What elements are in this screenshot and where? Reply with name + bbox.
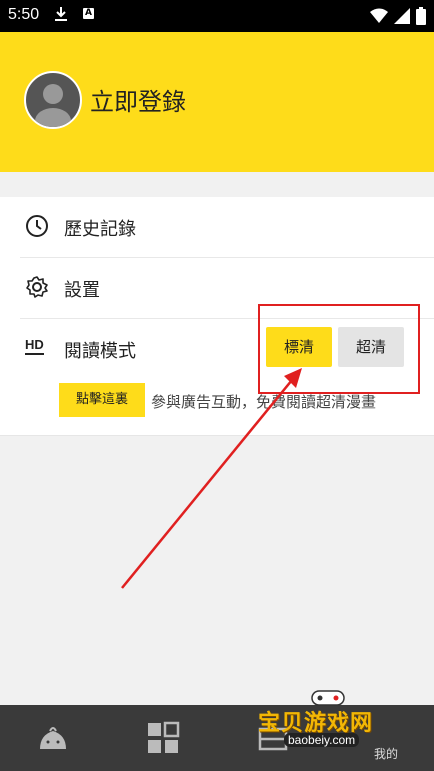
gamepad-icon — [311, 690, 345, 706]
a-badge-icon: A — [83, 8, 94, 19]
download-icon — [55, 7, 67, 21]
clock-icon — [26, 215, 48, 237]
grid-icon[interactable] — [146, 721, 180, 755]
status-time: 5:50 — [8, 6, 40, 23]
avatar-icon[interactable] — [24, 71, 82, 129]
status-bar: 5:50 A — [0, 0, 434, 32]
bun-icon[interactable] — [36, 721, 70, 755]
login-link[interactable]: 立即登錄 — [90, 82, 186, 117]
settings-label: 設置 — [64, 280, 100, 301]
history-label: 歷史記錄 — [64, 219, 136, 240]
nav-mine-label[interactable]: 我的 — [374, 745, 398, 762]
wifi-icon — [370, 8, 388, 23]
ad-interaction-text: 參與廣告互動，免費閱讀超清漫畫 — [151, 393, 377, 411]
gear-icon — [26, 276, 48, 298]
hd-icon: HD — [25, 337, 49, 357]
battery-icon — [416, 7, 426, 25]
history-row[interactable]: 歷史記錄 — [0, 197, 434, 257]
highlight-box — [258, 304, 420, 394]
watermark: 宝贝游戏网 baobeiy.com 我的 — [258, 687, 404, 767]
signal-icon — [394, 8, 410, 24]
reading-mode-label: 閱讀模式 — [64, 341, 136, 362]
profile-header: 立即登錄 — [0, 32, 434, 172]
watermark-url: baobeiy.com — [284, 733, 360, 747]
click-here-button[interactable]: 點擊這裏 — [59, 383, 145, 417]
